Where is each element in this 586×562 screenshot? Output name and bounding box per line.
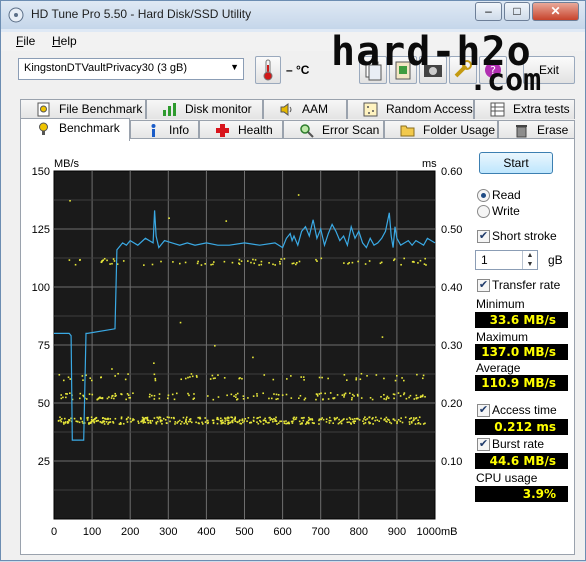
transfer-rate-checkbox[interactable]: ✔ (477, 279, 490, 292)
spin-down-icon[interactable]: ▼ (522, 260, 537, 269)
read-radio[interactable] (477, 189, 490, 202)
cpu-usage-label: CPU usage (476, 471, 538, 485)
options-button[interactable] (449, 56, 477, 84)
tab-health[interactable]: Health (199, 120, 283, 140)
svg-text:?: ? (490, 64, 496, 77)
magnifier-icon (300, 124, 314, 138)
help-icon: ? (485, 62, 501, 78)
burst-rate-label: Burst rate (492, 437, 545, 451)
screenshot-button[interactable] (419, 56, 447, 84)
grid-icon (490, 102, 505, 117)
minimum-value: 33.6 MB/s (475, 312, 568, 328)
short-stroke-unit: gB (548, 253, 563, 267)
short-stroke-label: Short stroke (492, 229, 557, 243)
trash-icon (516, 125, 527, 138)
drive-select-value: KingstonDTVaultPrivacy30 (3 gB) (24, 62, 188, 74)
menu-help[interactable]: Help (52, 34, 77, 48)
minimize-button[interactable]: – (475, 2, 502, 21)
tab-error-scan[interactable]: Error Scan (283, 120, 384, 140)
access-time-value: 0.212 ms (475, 419, 568, 435)
maximum-label: Maximum (476, 330, 529, 344)
health-cross-icon (216, 124, 229, 137)
folder-icon (400, 125, 415, 137)
spin-up-icon[interactable]: ▲ (522, 251, 537, 260)
tab-extra-tests[interactable]: Extra tests (474, 99, 575, 119)
copy-icon (365, 61, 382, 81)
maximum-value: 137.0 MB/s (475, 344, 568, 360)
wrench-icon (454, 60, 472, 78)
temperature-button[interactable] (255, 56, 281, 84)
radio-selected-dot (481, 193, 486, 198)
camera-icon (424, 65, 442, 77)
tab-erase[interactable]: Erase (498, 120, 575, 140)
benchmark-icon (39, 122, 48, 135)
exit-button[interactable]: Exit (523, 56, 575, 84)
short-stroke-size-input[interactable]: 1 ▲ ▼ (475, 250, 538, 270)
transfer-rate-label: Transfer rate (492, 278, 561, 292)
bar-chart-icon (163, 103, 176, 116)
app-icon (8, 7, 24, 23)
tab-random-access[interactable]: Random Access (347, 99, 474, 119)
tab-file-benchmark[interactable]: File Benchmark (20, 99, 146, 119)
temperature-value: – °C (286, 63, 310, 77)
access-time-label: Access time (492, 403, 557, 417)
drive-select[interactable]: KingstonDTVaultPrivacy30 (3 gB) ▼ (18, 58, 244, 80)
access-time-checkbox[interactable]: ✔ (477, 404, 490, 417)
tab-info[interactable]: Info (130, 120, 199, 140)
write-radio[interactable] (477, 205, 490, 218)
copy-info-button[interactable] (359, 56, 387, 84)
tab-folder-usage[interactable]: Folder Usage (384, 120, 498, 140)
window-title: HD Tune Pro 5.50 - Hard Disk/SSD Utility (31, 7, 252, 21)
file-benchmark-icon (37, 102, 50, 117)
burst-rate-checkbox[interactable]: ✔ (477, 438, 490, 451)
title-bar: HD Tune Pro 5.50 - Hard Disk/SSD Utility… (1, 1, 585, 29)
random-access-icon (363, 102, 378, 117)
write-label: Write (492, 204, 520, 218)
thermometer-icon (263, 59, 273, 81)
copy-screen-button[interactable] (389, 56, 417, 84)
maximize-button[interactable]: □ (504, 2, 530, 21)
help-button[interactable]: ? (479, 56, 507, 84)
menu-bar: File Help (1, 32, 585, 51)
clipboard-icon (395, 61, 411, 80)
read-label: Read (492, 188, 521, 202)
tab-aam[interactable]: AAM (263, 99, 347, 119)
cpu-usage-value: 3.9% (475, 486, 568, 502)
average-value: 110.9 MB/s (475, 375, 568, 391)
minimum-label: Minimum (476, 297, 525, 311)
chevron-down-icon: ▼ (230, 62, 239, 72)
tab-benchmark[interactable]: Benchmark (20, 118, 130, 141)
average-label: Average (476, 361, 521, 375)
app-window: HD Tune Pro 5.50 - Hard Disk/SSD Utility… (0, 0, 586, 561)
speaker-icon (280, 103, 292, 116)
short-stroke-checkbox[interactable]: ✔ (477, 230, 490, 243)
close-button[interactable]: ✕ (532, 2, 579, 21)
menu-file[interactable]: File (16, 34, 35, 48)
short-stroke-size-value: 1 (481, 253, 488, 267)
info-icon (151, 124, 156, 137)
start-button[interactable]: Start (479, 152, 553, 174)
tab-disk-monitor[interactable]: Disk monitor (146, 99, 263, 119)
burst-rate-value: 44.6 MB/s (475, 453, 568, 469)
